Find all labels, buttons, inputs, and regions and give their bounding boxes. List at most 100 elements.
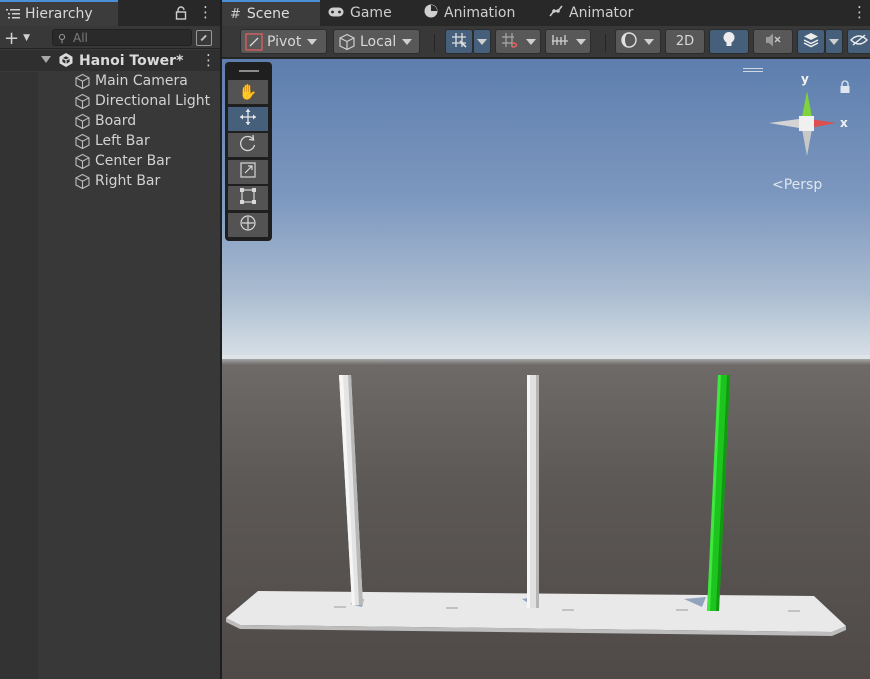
grid-snap-dropdown[interactable] <box>473 29 491 54</box>
tab-hierarchy[interactable]: Hierarchy <box>0 0 118 26</box>
scale-icon <box>239 161 257 183</box>
mute-icon <box>764 32 782 52</box>
create-button[interactable]: + ▼ <box>4 27 38 49</box>
hierarchy-panel: Hierarchy ⋮ + ▼ ⚲ Hanoi Tower* ⋮ Main C <box>0 0 220 679</box>
transform-icon <box>239 214 257 236</box>
chevron-down-icon <box>644 38 654 45</box>
chevron-down-icon <box>576 38 586 45</box>
scene-more-icon[interactable]: ⋮ <box>201 51 216 69</box>
grid-icon: # <box>230 6 241 22</box>
scene-tabbar: # Scene Game Animation Animator ⋮ <box>222 0 870 26</box>
layers-icon <box>802 32 820 52</box>
cube-icon <box>74 93 91 110</box>
object-label: Right Bar <box>95 173 161 189</box>
grid-visibility-dropdown[interactable] <box>495 29 541 54</box>
tab-animation-label: Animation <box>444 5 516 21</box>
cube-icon <box>74 173 91 190</box>
gamepad-icon <box>328 6 344 21</box>
tab-scene-label: Scene <box>246 6 290 22</box>
audio-toggle[interactable] <box>753 29 793 54</box>
hand-icon: ✋ <box>238 83 258 101</box>
projection-toggle[interactable]: <Persp <box>772 177 822 193</box>
pivot-icon <box>245 32 263 51</box>
cube-icon <box>74 113 91 130</box>
tab-animator[interactable]: Animator <box>541 0 651 26</box>
clock-icon <box>424 4 438 22</box>
plus-icon: + <box>4 27 20 49</box>
chevron-down-icon: ▼ <box>23 33 31 43</box>
ruler-icon <box>550 31 570 53</box>
hand-tool[interactable]: ✋ <box>228 80 268 104</box>
more-options-icon[interactable]: ⋮ <box>198 3 213 21</box>
gizmo-y-label: y <box>801 72 809 86</box>
grid-snap-icon <box>450 31 468 53</box>
more-options-icon[interactable]: ⋮ <box>852 3 867 21</box>
gizmo-lock-icon[interactable] <box>839 79 851 98</box>
list-item[interactable]: Main Camera <box>0 71 220 91</box>
toolbar-separator <box>434 34 435 52</box>
list-item[interactable]: Left Bar <box>0 131 220 151</box>
grid-snap-toggle[interactable] <box>445 29 473 54</box>
rect-transform-icon <box>239 187 257 209</box>
increment-snap-dropdown[interactable] <box>545 29 591 54</box>
search-field: ⚲ <box>52 29 192 46</box>
hierarchy-tree: Hanoi Tower* ⋮ Main Camera Directional L… <box>0 50 220 191</box>
move-tool[interactable] <box>228 106 268 131</box>
chevron-down-icon <box>307 38 318 45</box>
lock-icon[interactable] <box>175 5 187 20</box>
toolbar-separator <box>605 34 606 52</box>
eye-slash-icon <box>850 33 868 51</box>
tab-game[interactable]: Game <box>320 0 416 26</box>
scale-tool[interactable] <box>228 159 268 184</box>
object-label: Directional Light <box>95 93 211 109</box>
list-item[interactable]: Board <box>0 111 220 131</box>
tab-animator-label: Animator <box>569 5 634 21</box>
lighting-toggle[interactable] <box>709 29 749 54</box>
gizmo-drag-handle[interactable] <box>743 68 763 72</box>
search-options-icon[interactable] <box>196 30 212 46</box>
object-label: Main Camera <box>95 73 188 89</box>
transform-tool[interactable] <box>228 212 268 237</box>
chevron-down-icon <box>526 38 536 45</box>
rect-tool[interactable] <box>228 186 268 210</box>
cube-icon <box>74 153 91 170</box>
tab-scene[interactable]: # Scene <box>222 0 320 26</box>
pivot-dropdown[interactable]: Pivot <box>240 29 327 54</box>
object-label: Center Bar <box>95 153 171 169</box>
object-label: Left Bar <box>95 133 150 149</box>
effects-dropdown[interactable] <box>825 29 843 54</box>
space-label: Local <box>360 33 397 50</box>
tab-animation[interactable]: Animation <box>416 0 541 26</box>
rotate-tool[interactable] <box>228 133 268 157</box>
2d-toggle[interactable]: 2D <box>665 29 705 54</box>
overlay-drag-handle[interactable] <box>238 70 259 72</box>
tab-hierarchy-label: Hierarchy <box>25 6 93 22</box>
list-item[interactable]: Directional Light <box>0 91 220 111</box>
hierarchy-tabbar: Hierarchy ⋮ <box>0 0 220 26</box>
effects-toggle[interactable] <box>797 29 825 54</box>
cube-icon <box>74 133 91 150</box>
chevron-down-icon <box>829 38 839 45</box>
tools-overlay: ✋ <box>225 62 272 241</box>
shading-mode-dropdown[interactable] <box>615 29 661 54</box>
expand-arrow-icon[interactable] <box>41 56 51 63</box>
list-item[interactable]: Center Bar <box>0 151 220 171</box>
search-input[interactable] <box>73 30 183 45</box>
list-item[interactable]: Right Bar <box>0 171 220 191</box>
hidden-objects-toggle[interactable] <box>847 29 870 54</box>
scene-viewport[interactable]: ✋ y x <Persp <box>222 59 870 679</box>
chevron-down-icon <box>477 38 487 45</box>
persp-chevron-icon: < <box>772 177 784 193</box>
grid-icon <box>500 31 520 53</box>
scene-name: Hanoi Tower* <box>79 52 184 69</box>
list-icon <box>6 8 20 20</box>
tab-game-label: Game <box>350 5 392 21</box>
scene-row[interactable]: Hanoi Tower* ⋮ <box>0 50 220 71</box>
object-label: Board <box>95 113 137 129</box>
pivot-label: Pivot <box>267 33 302 50</box>
projection-label: Persp <box>783 177 823 193</box>
local-cube-icon <box>338 33 356 51</box>
space-dropdown[interactable]: Local <box>333 29 420 54</box>
cube-icon <box>74 73 91 90</box>
animator-icon <box>549 5 563 21</box>
